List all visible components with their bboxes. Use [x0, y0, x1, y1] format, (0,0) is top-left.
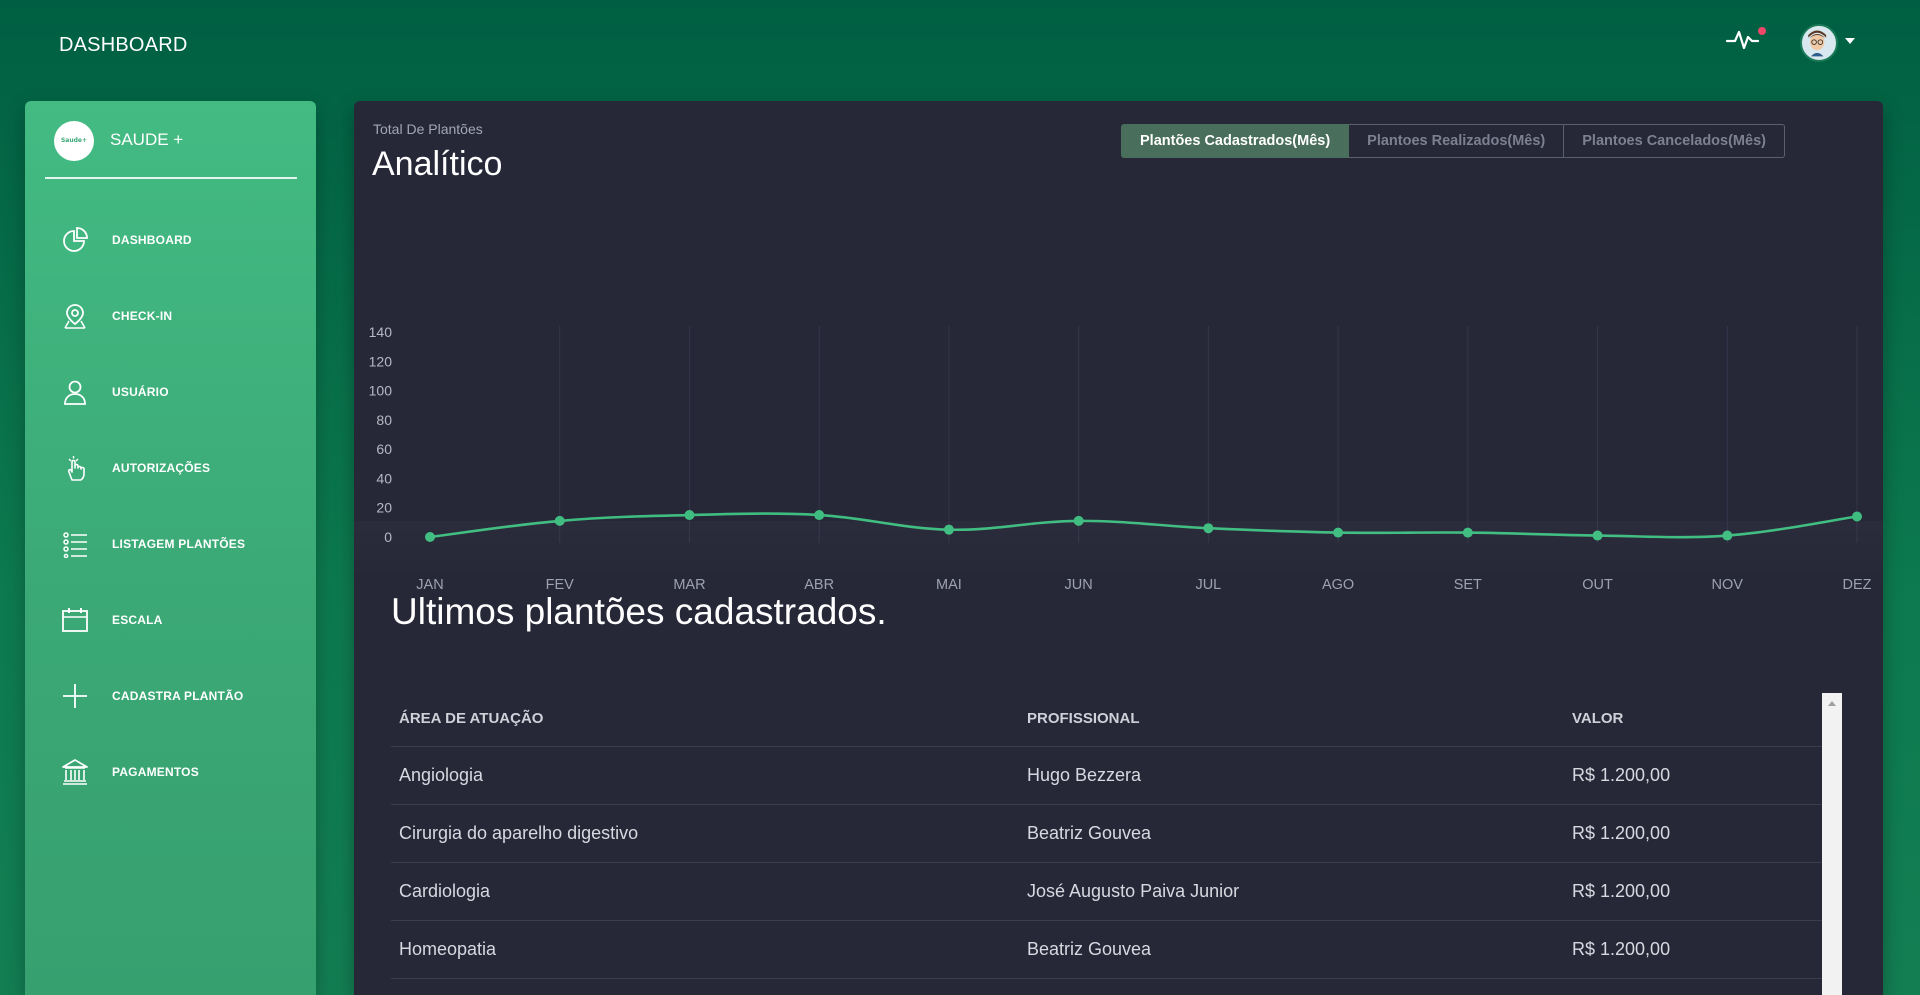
sidebar-item-pagamentos[interactable]: PAGAMENTOS: [25, 748, 316, 824]
y-tick-label: 40: [376, 470, 392, 486]
data-point: [684, 510, 695, 521]
table-row[interactable]: Cirurgia do aparelho digestivo Beatriz G…: [391, 805, 1826, 863]
plantoes-table: ÁREA DE ATUAÇÃO PROFISSIONAL VALOR Angio…: [391, 692, 1826, 979]
cell-area: Cirurgia do aparelho digestivo: [399, 823, 639, 843]
brand-name: SAUDE +: [110, 130, 184, 149]
cell-valor: R$ 1.200,00: [1572, 765, 1671, 785]
column-header-area: ÁREA DE ATUAÇÃO: [399, 710, 544, 727]
list-icon: [63, 532, 87, 558]
table-header: ÁREA DE ATUAÇÃO PROFISSIONAL VALOR: [391, 692, 1826, 747]
y-tick-label: 60: [376, 441, 392, 457]
scroll-up-icon[interactable]: [1828, 701, 1836, 706]
y-tick-label: 100: [369, 383, 393, 399]
sidebar-item-autorizacoes[interactable]: AUTORIZAÇÕES: [25, 444, 316, 520]
sidebar-item-label: AUTORIZAÇÕES: [112, 461, 211, 475]
sidebar-nav: DASHBOARD CHECK-IN USUÁRIO AUTORIZAÇÕES: [25, 216, 316, 824]
sidebar-item-listagem-plantoes[interactable]: LISTAGEM PLANTÕES: [25, 520, 316, 596]
pie-chart-icon: [63, 227, 88, 252]
cell-profissional: Beatriz Gouvea: [1027, 823, 1152, 843]
sidebar-item-label: CADASTRA PLANTÃO: [112, 689, 244, 703]
tab-plantoes-cadastrados[interactable]: Plantões Cadastrados(Mês): [1121, 124, 1350, 158]
data-point: [814, 510, 825, 521]
page-title: DASHBOARD: [59, 34, 188, 56]
hand-pointer-icon: [67, 456, 85, 481]
calendar-icon: [62, 608, 88, 632]
cell-valor: R$ 1.200,00: [1572, 881, 1671, 901]
main-panel: Total De Plantões Analítico Plantões Cad…: [354, 101, 1883, 995]
sidebar-item-label: ESCALA: [112, 613, 163, 627]
sidebar-item-label: DASHBOARD: [112, 233, 192, 247]
data-point: [1852, 511, 1862, 522]
plus-icon: [63, 684, 87, 708]
sidebar-item-label: LISTAGEM PLANTÕES: [112, 537, 246, 551]
brand-logo: Saude+: [54, 121, 94, 161]
notification-dot: [1758, 27, 1766, 35]
cell-valor: R$ 1.200,00: [1572, 823, 1671, 843]
chart-title: Analítico: [372, 145, 503, 183]
brand[interactable]: Saude+ SAUDE +: [45, 121, 297, 179]
tab-plantoes-cancelados[interactable]: Plantoes Cancelados(Mês): [1564, 124, 1785, 158]
y-tick-label: 20: [376, 500, 392, 516]
y-tick-label: 140: [369, 324, 393, 340]
y-tick-label: 120: [369, 353, 393, 369]
top-bar: DASHBOARD: [0, 0, 1920, 90]
sidebar-item-label: PAGAMENTOS: [112, 765, 199, 779]
cell-valor: R$ 1.200,00: [1572, 939, 1671, 959]
sidebar-item-label: USUÁRIO: [112, 385, 169, 399]
user-icon: [64, 380, 86, 405]
sidebar-item-check-in[interactable]: CHECK-IN: [25, 292, 316, 368]
chart-footer: [354, 521, 1883, 581]
table-row[interactable]: Cardiologia José Augusto Paiva Junior R$…: [391, 863, 1826, 921]
cell-area: Angiologia: [399, 765, 484, 785]
section-title: Ultimos plantões cadastrados.: [391, 591, 887, 632]
avatar[interactable]: [1800, 24, 1838, 62]
sidebar-item-cadastra-plantao[interactable]: CADASTRA PLANTÃO: [25, 672, 316, 748]
column-header-valor: VALOR: [1572, 710, 1624, 727]
table-scrollbar[interactable]: [1822, 693, 1842, 995]
bank-icon: [62, 759, 88, 785]
tab-plantoes-realizados[interactable]: Plantoes Realizados(Mês): [1349, 124, 1565, 158]
chart-tabs: Plantões Cadastrados(Mês) Plantoes Reali…: [1121, 124, 1785, 158]
cell-profissional: Beatriz Gouvea: [1027, 939, 1152, 959]
y-tick-label: 80: [376, 412, 392, 428]
sidebar-item-usuario[interactable]: USUÁRIO: [25, 368, 316, 444]
sidebar-item-label: CHECK-IN: [112, 309, 173, 323]
chart-subtitle: Total De Plantões: [373, 121, 483, 137]
sidebar: Saude+ SAUDE + DASHBOARD CHECK-IN USUÁRI…: [25, 101, 316, 995]
cell-profissional: José Augusto Paiva Junior: [1027, 881, 1240, 901]
sidebar-item-dashboard[interactable]: DASHBOARD: [25, 216, 316, 292]
location-pin-icon: [64, 304, 86, 329]
activity-icon[interactable]: [1725, 26, 1761, 52]
cell-area: Homeopatia: [399, 939, 497, 959]
table-row[interactable]: Angiologia Hugo Bezzera R$ 1.200,00: [391, 747, 1826, 805]
column-header-profissional: PROFISSIONAL: [1027, 710, 1140, 727]
sidebar-item-escala[interactable]: ESCALA: [25, 596, 316, 672]
chevron-down-icon[interactable]: [1845, 38, 1855, 44]
table-row[interactable]: Homeopatia Beatriz Gouvea R$ 1.200,00: [391, 921, 1826, 979]
cell-profissional: Hugo Bezzera: [1027, 765, 1142, 785]
cell-area: Cardiologia: [399, 881, 491, 901]
avatar-face-icon: [1802, 26, 1833, 57]
